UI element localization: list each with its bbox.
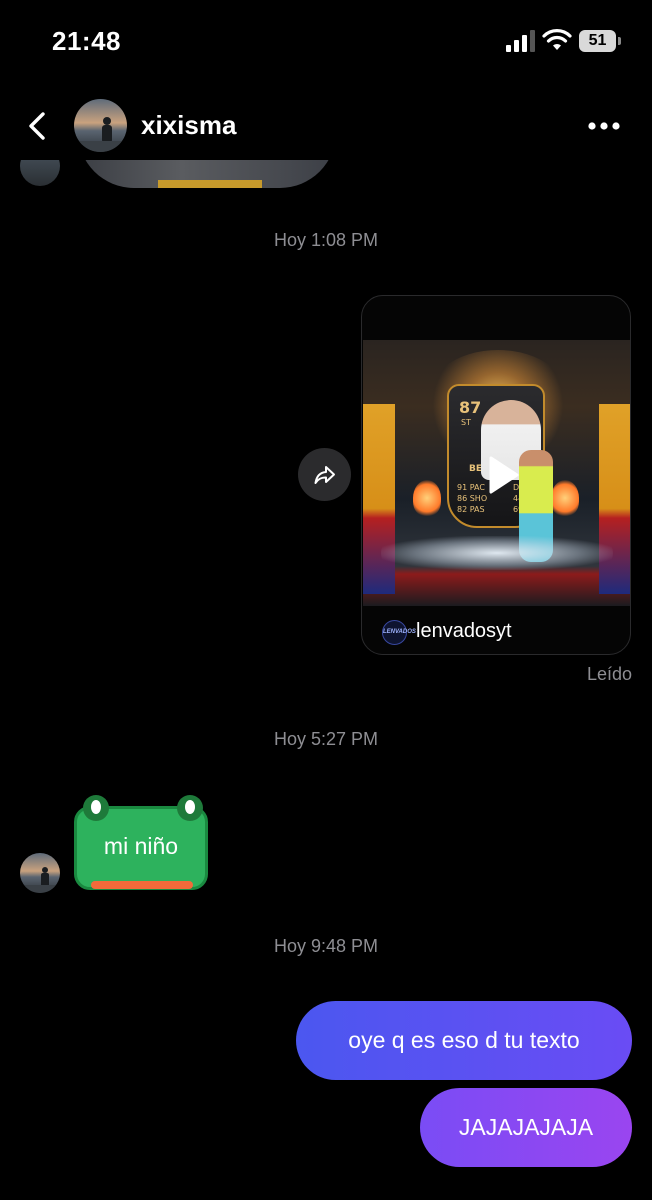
read-receipt: Leído: [586, 664, 632, 684]
sender-avatar[interactable]: [20, 853, 60, 893]
incoming-message-bubble[interactable]: mi niño: [74, 795, 208, 890]
play-icon[interactable]: [479, 452, 525, 498]
wifi-icon: [542, 29, 572, 50]
share-arrow-icon: [314, 465, 335, 484]
video-thumbnail[interactable]: 87 ST BEN 91 PAC 86 SHO 82 PAS D 44 D 69…: [363, 340, 630, 606]
previous-message-image[interactable]: [78, 160, 336, 188]
previous-message-avatar: [20, 160, 60, 188]
status-bar: 21:48 51: [0, 0, 652, 84]
cellular-signal-icon: [506, 30, 535, 52]
status-time: 21:48: [52, 26, 121, 56]
back-button[interactable]: [20, 108, 56, 144]
creator-name[interactable]: lenvadosyt: [416, 620, 512, 643]
forward-button[interactable]: [298, 448, 351, 501]
battery-level: 51: [588, 32, 607, 49]
outgoing-message-text: oye q es eso d tu texto: [348, 1027, 580, 1053]
video-footer[interactable]: LENVADOS lenvadosyt: [362, 606, 630, 654]
creator-logo: LENVADOS: [382, 620, 416, 645]
shared-video-card[interactable]: 87 ST BEN 91 PAC 86 SHO 82 PAS D 44 D 69…: [361, 295, 631, 655]
chat-header: xixisma: [0, 90, 652, 162]
frog-eye-left: [83, 795, 109, 821]
frog-eye-right: [177, 795, 203, 821]
contact-avatar[interactable]: [74, 99, 127, 152]
outgoing-message-bubble[interactable]: JAJAJAJAJA: [420, 1088, 632, 1167]
outgoing-message-bubble[interactable]: oye q es eso d tu texto: [296, 1001, 632, 1080]
frog-tongue: [91, 881, 193, 889]
card-rating: 87: [459, 398, 482, 417]
contact-name[interactable]: xixisma: [141, 110, 236, 141]
timestamp: Hoy 9:48 PM: [273, 936, 379, 956]
more-options-button[interactable]: [584, 116, 624, 136]
card-position: ST: [461, 418, 471, 427]
battery-icon: 51: [579, 30, 621, 52]
timestamp: Hoy 1:08 PM: [273, 230, 379, 250]
timestamp: Hoy 5:27 PM: [273, 729, 379, 749]
incoming-message-text: mi niño: [103, 833, 179, 859]
outgoing-message-text: JAJAJAJAJA: [458, 1114, 594, 1140]
